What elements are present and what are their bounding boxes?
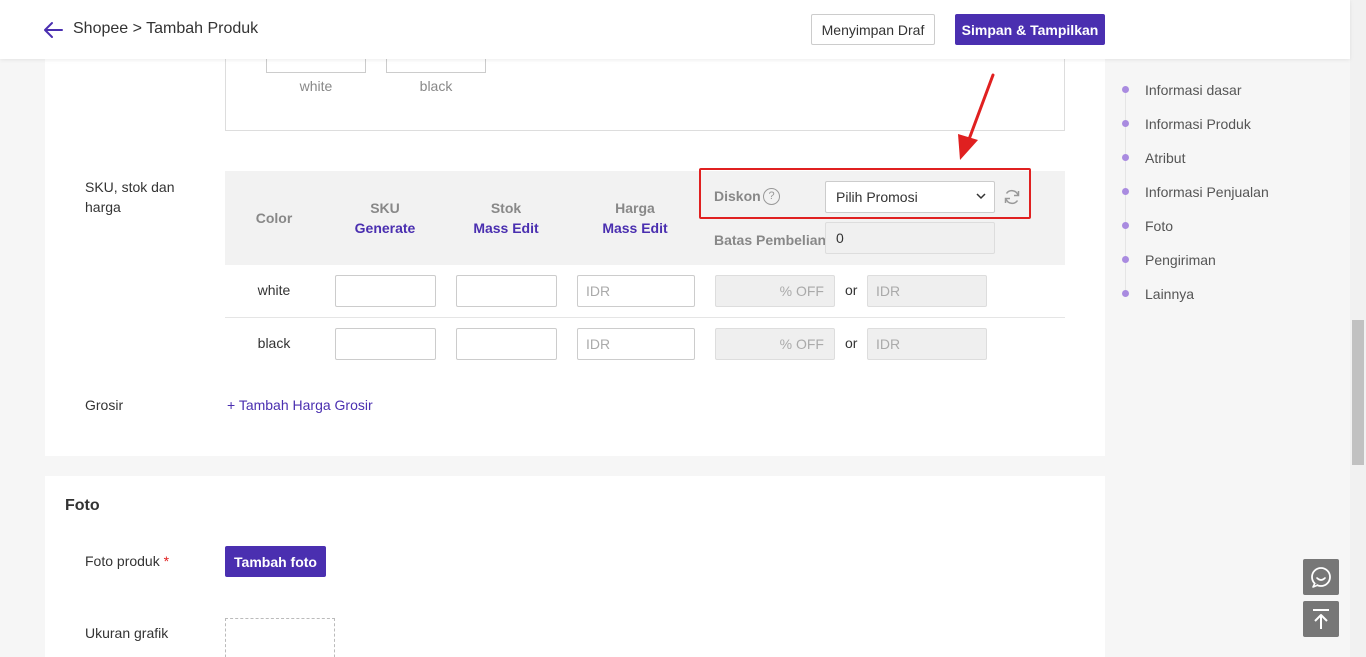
size-chart-upload-box[interactable]: [225, 618, 335, 657]
variant-label-white: white: [299, 78, 333, 94]
photo-card: Foto Foto produk * Tambah foto Ukuran gr…: [45, 476, 1105, 657]
column-stok: Stok Mass Edit: [456, 200, 556, 236]
nav-item-label: Informasi Produk: [1145, 116, 1251, 132]
save-and-publish-button[interactable]: Simpan & Tampilkan: [955, 14, 1105, 45]
harga-input[interactable]: IDR: [577, 328, 695, 360]
arrow-up-icon: [1313, 609, 1329, 629]
generate-sku-link[interactable]: Generate: [335, 220, 435, 236]
nav-dot: [1122, 188, 1129, 195]
product-photo-label: Foto produk *: [85, 553, 169, 569]
harga-mass-edit-link[interactable]: Mass Edit: [577, 220, 693, 236]
grosir-label: Grosir: [85, 397, 124, 413]
promo-select-value: Pilih Promosi: [836, 189, 918, 205]
page-scrollbar[interactable]: [1350, 0, 1366, 657]
stok-input[interactable]: [456, 275, 557, 307]
column-harga-label: Harga: [615, 200, 655, 216]
nav-dot: [1122, 222, 1129, 229]
nav-item-label: Informasi dasar: [1145, 82, 1242, 98]
add-photo-button[interactable]: Tambah foto: [225, 546, 326, 577]
sku-input[interactable]: [335, 328, 436, 360]
chat-icon: [1311, 567, 1331, 588]
sales-info-card: white black SKU, stok dan harga Color SK…: [45, 59, 1105, 456]
variant-thumb-black[interactable]: [386, 59, 486, 73]
nav-dot: [1122, 256, 1129, 263]
save-draft-button[interactable]: Menyimpan Draf: [811, 14, 935, 45]
row-color-name: white: [257, 282, 291, 298]
sku-input[interactable]: [335, 275, 436, 307]
nav-item-label: Atribut: [1145, 150, 1186, 166]
top-header: Shopee > Tambah Produk Menyimpan Draf Si…: [0, 0, 1350, 59]
product-photo-label-text: Foto produk: [85, 553, 160, 569]
nav-item-label: Pengiriman: [1145, 252, 1216, 268]
scrollbar-thumb[interactable]: [1352, 320, 1364, 465]
promo-select[interactable]: Pilih Promosi: [825, 181, 995, 213]
back-to-top-button[interactable]: [1303, 601, 1339, 637]
back-arrow-icon[interactable]: [42, 20, 64, 40]
nav-item-label: Lainnya: [1145, 286, 1195, 302]
nav-item-label: Foto: [1145, 218, 1174, 234]
variant-image-box: white black: [225, 59, 1065, 131]
nav-item-label: Informasi Penjualan: [1145, 184, 1269, 200]
photo-section-title: Foto: [65, 497, 100, 514]
column-color: Color: [255, 210, 293, 226]
nav-dot: [1122, 120, 1129, 127]
sku-section-label: SKU, stok dan harga: [85, 179, 175, 215]
harga-input[interactable]: IDR: [577, 275, 695, 307]
variant-thumb-white[interactable]: [266, 59, 366, 73]
discount-percent-input[interactable]: % OFF: [715, 328, 835, 360]
size-chart-label: Ukuran grafik: [85, 625, 169, 641]
help-icon[interactable]: ?: [763, 188, 780, 205]
sku-table-header: Color SKU Generate Stok Mass Edit Harga …: [225, 168, 1065, 265]
nav-dot: [1122, 154, 1129, 161]
add-wholesale-price-link[interactable]: + Tambah Harga Grosir: [227, 397, 373, 413]
breadcrumb: Shopee > Tambah Produk: [73, 20, 259, 37]
chat-button[interactable]: [1303, 559, 1339, 595]
or-text: or: [845, 335, 858, 351]
or-text: or: [845, 282, 858, 298]
column-stok-label: Stok: [490, 200, 522, 216]
chevron-down-icon: [976, 193, 986, 200]
batas-pembelian-input[interactable]: 0: [825, 222, 995, 254]
row-color-name: black: [257, 335, 291, 351]
batas-pembelian-label: Batas Pembelian: [714, 232, 827, 248]
discount-price-input[interactable]: IDR: [867, 275, 987, 307]
discount-price-input[interactable]: IDR: [867, 328, 987, 360]
stok-mass-edit-link[interactable]: Mass Edit: [456, 220, 556, 236]
table-row: white IDR % OFF or IDR: [225, 265, 1065, 318]
diskon-label: Diskon: [714, 188, 761, 204]
variant-label-black: black: [419, 78, 453, 94]
discount-percent-input[interactable]: % OFF: [715, 275, 835, 307]
nav-dot: [1122, 86, 1129, 93]
column-sku: SKU Generate: [335, 200, 435, 236]
table-row: black IDR % OFF or IDR: [225, 318, 1065, 371]
refresh-icon[interactable]: [1003, 188, 1021, 206]
column-harga: Harga Mass Edit: [577, 200, 693, 236]
nav-dot: [1122, 290, 1129, 297]
column-sku-label: SKU: [370, 200, 400, 216]
stok-input[interactable]: [456, 328, 557, 360]
required-mark: *: [163, 553, 170, 569]
